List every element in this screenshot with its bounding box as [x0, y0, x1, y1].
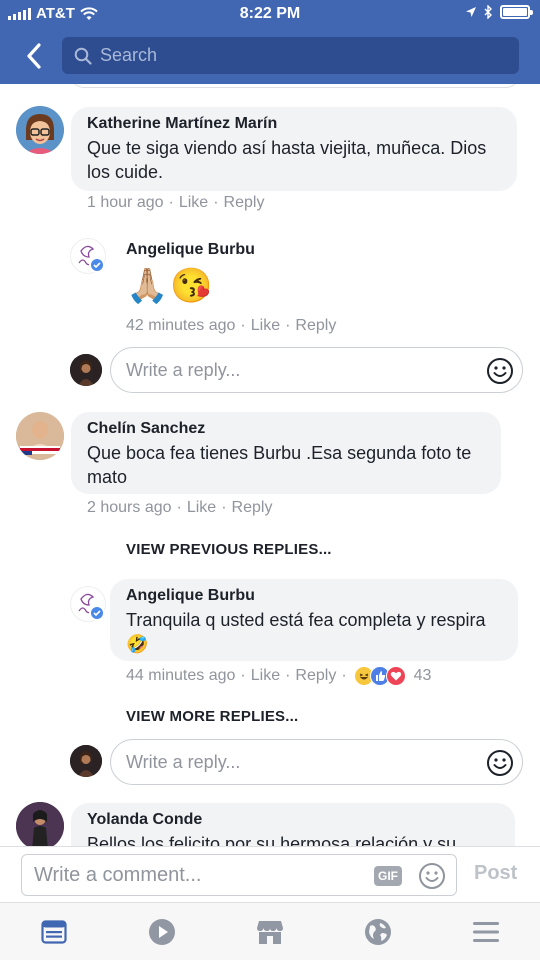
- reply-author[interactable]: Angelique Burbu: [126, 241, 255, 259]
- emoji-smiley-icon[interactable]: [418, 862, 446, 890]
- comment-bubble[interactable]: Katherine Martínez Marín Que te siga vie…: [71, 107, 517, 191]
- reaction-count[interactable]: 43: [414, 667, 432, 685]
- comment-text: Que te siga viendo así hasta viejita, mu…: [87, 138, 487, 182]
- my-avatar: [70, 354, 102, 386]
- comment-meta: 2 hours ago · Like · Reply: [87, 499, 272, 517]
- reply-bubble[interactable]: Angelique Burbu Tranquila q usted está f…: [110, 579, 518, 661]
- reply-link[interactable]: Reply: [224, 194, 265, 212]
- notifications-globe-icon: [365, 918, 391, 945]
- comment-text: Bellos los felicito por su hermosa relac…: [87, 834, 457, 846]
- reply-time[interactable]: 44 minutes ago: [126, 667, 235, 685]
- like-link[interactable]: Like: [251, 667, 280, 685]
- meta-separator: ·: [285, 667, 291, 684]
- reply-author[interactable]: Angelique Burbu: [126, 587, 502, 605]
- comment-author[interactable]: Yolanda Conde: [87, 811, 499, 829]
- comment-composer: GIF Post: [0, 846, 540, 902]
- comment-text: Que boca fea tienes Burbu .Esa segunda f…: [87, 443, 472, 487]
- meta-separator: ·: [213, 194, 219, 211]
- comment-input[interactable]: [34, 863, 364, 887]
- meta-separator: ·: [285, 317, 291, 334]
- nav-row: [0, 30, 540, 84]
- like-link[interactable]: Like: [179, 194, 208, 212]
- watch-icon: [149, 918, 175, 945]
- bottom-tab-bar: [0, 902, 540, 960]
- view-more-replies-link[interactable]: VIEW MORE REPLIES...: [126, 708, 298, 725]
- meta-separator: ·: [240, 667, 246, 684]
- reactions-summary[interactable]: [353, 666, 406, 686]
- reply-link[interactable]: Reply: [232, 499, 273, 517]
- view-previous-replies-link[interactable]: VIEW PREVIOUS REPLIES...: [126, 541, 332, 558]
- meta-separator: ·: [240, 317, 246, 334]
- reply-link[interactable]: Reply: [295, 317, 336, 335]
- chevron-left-icon: [27, 43, 41, 69]
- reply-meta: 44 minutes ago · Like · Reply · 43: [126, 666, 431, 686]
- comment-time[interactable]: 2 hours ago: [87, 499, 172, 517]
- reply-time[interactable]: 42 minutes ago: [126, 317, 235, 335]
- comment-time[interactable]: 1 hour ago: [87, 194, 164, 212]
- menu-icon: [473, 921, 499, 942]
- meta-separator: ·: [341, 667, 347, 684]
- avatar[interactable]: [16, 412, 64, 460]
- gif-button[interactable]: GIF: [374, 866, 402, 886]
- my-avatar: [70, 745, 102, 777]
- comment-bubble[interactable]: Chelín Sanchez Que boca fea tienes Burbu…: [71, 412, 501, 494]
- reply-meta: 42 minutes ago · Like · Reply: [126, 317, 336, 335]
- tab-menu[interactable]: [432, 903, 540, 960]
- location-icon: [466, 7, 476, 17]
- emoji-smiley-icon[interactable]: [486, 357, 514, 385]
- previous-comment-edge: [70, 84, 520, 88]
- emoji-smiley-icon[interactable]: [486, 749, 514, 777]
- battery-icon: [500, 5, 533, 19]
- comment-field[interactable]: GIF: [21, 854, 457, 896]
- meta-separator: ·: [176, 499, 182, 516]
- comment-bubble[interactable]: Yolanda Conde Bellos los felicito por su…: [71, 803, 515, 846]
- user-photo-icon: [16, 412, 64, 460]
- back-button[interactable]: [14, 36, 54, 76]
- marketplace-icon: [257, 920, 283, 944]
- like-link[interactable]: Like: [187, 499, 216, 517]
- comment-meta: 1 hour ago · Like · Reply: [87, 194, 264, 212]
- meta-separator: ·: [221, 499, 227, 516]
- top-bar: AT&T 8:22 PM: [0, 0, 540, 84]
- verified-badge-icon: [89, 605, 105, 621]
- verified-badge-icon: [89, 257, 105, 273]
- tab-news-feed[interactable]: [0, 903, 108, 960]
- status-time: 8:22 PM: [239, 5, 301, 22]
- search-input[interactable]: [100, 45, 480, 66]
- status-right: [465, 5, 533, 19]
- rofl-emoji: 🤣: [126, 634, 149, 654]
- post-button[interactable]: Post: [474, 862, 517, 885]
- user-photo-icon: [70, 745, 102, 777]
- status-bar: AT&T 8:22 PM: [0, 0, 540, 30]
- reply-emoji-text: 🙏🏼😘: [126, 267, 215, 305]
- bluetooth-icon: [484, 5, 492, 19]
- bitmoji-avatar-icon: [16, 106, 64, 154]
- user-photo-icon: [16, 802, 64, 846]
- reply-field[interactable]: [110, 739, 523, 785]
- reply-field[interactable]: [110, 347, 523, 393]
- reply-input[interactable]: [126, 751, 466, 773]
- user-photo-icon: [70, 354, 102, 386]
- comment-author[interactable]: Chelín Sanchez: [87, 420, 485, 438]
- tab-notifications[interactable]: [324, 903, 432, 960]
- search-icon: [74, 47, 92, 65]
- meta-separator: ·: [168, 194, 174, 211]
- avatar[interactable]: [16, 106, 64, 154]
- tab-marketplace[interactable]: [216, 903, 324, 960]
- reply-text: Tranquila q usted está fea completa y re…: [126, 608, 502, 656]
- reply-text-body: Tranquila q usted está fea completa y re…: [126, 610, 486, 630]
- reply-content[interactable]: Angelique Burbu 🙏🏼😘: [126, 241, 255, 309]
- reply-input[interactable]: [126, 359, 466, 381]
- like-link[interactable]: Like: [251, 317, 280, 335]
- avatar[interactable]: [16, 802, 64, 846]
- reply-link[interactable]: Reply: [295, 667, 336, 685]
- news-feed-icon: [41, 919, 67, 944]
- search-bar[interactable]: [62, 37, 519, 74]
- love-reaction-icon: [385, 666, 406, 686]
- tab-watch[interactable]: [108, 903, 216, 960]
- comment-author[interactable]: Katherine Martínez Marín: [87, 115, 501, 133]
- comments-feed[interactable]: Katherine Martínez Marín Que te siga vie…: [0, 84, 540, 846]
